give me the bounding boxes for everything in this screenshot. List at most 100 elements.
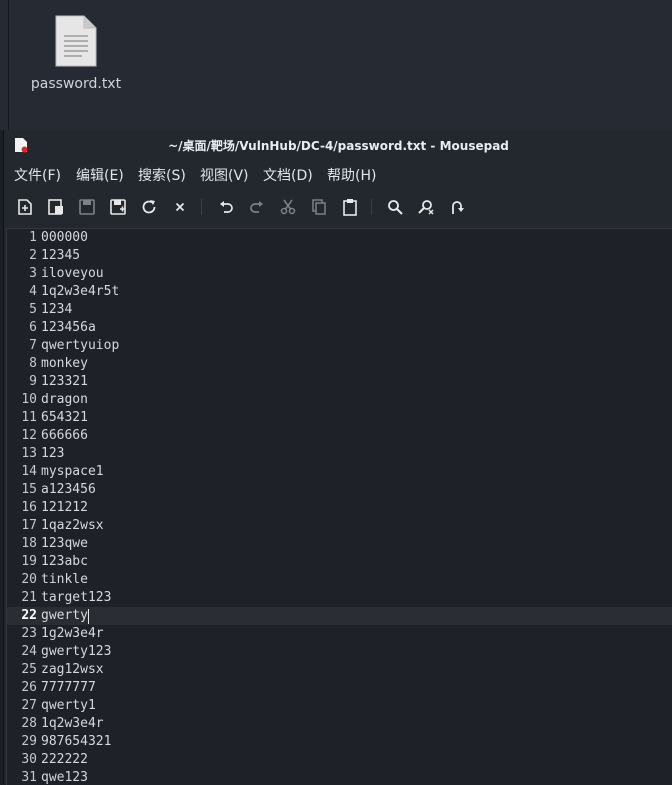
editor-line[interactable]: 13 123 — [7, 445, 672, 463]
line-text[interactable]: 123 — [41, 445, 64, 463]
editor-line[interactable]: 28 1q2w3e4r — [7, 715, 672, 733]
menu-search[interactable]: 搜索(S) — [138, 165, 186, 185]
copy-button[interactable] — [308, 196, 330, 218]
line-text[interactable]: myspace1 — [41, 463, 104, 481]
editor-line[interactable]: 26 7777777 — [7, 679, 672, 697]
menu-edit[interactable]: 编辑(E) — [76, 165, 124, 185]
line-number: 13 — [21, 446, 37, 461]
line-number: 25 — [21, 662, 37, 677]
undo-button[interactable] — [215, 196, 237, 218]
line-text[interactable]: 000000 — [41, 229, 88, 247]
editor-line[interactable]: 9 123321 — [7, 373, 672, 391]
line-number: 24 — [21, 644, 37, 659]
menu-view[interactable]: 视图(V) — [200, 165, 249, 185]
paste-button[interactable] — [339, 196, 361, 218]
line-text[interactable]: 123abc — [41, 553, 88, 571]
line-text[interactable]: iloveyou — [41, 265, 104, 283]
line-text[interactable]: qwerty1 — [41, 697, 96, 715]
line-text[interactable]: qwe123 — [41, 769, 88, 785]
line-text[interactable]: 1q2w3e4r5t — [41, 283, 119, 301]
editor-line[interactable]: 5 1234 — [7, 301, 672, 319]
editor-line[interactable]: 30 222222 — [7, 751, 672, 769]
line-number: 14 — [21, 464, 37, 479]
editor-line[interactable]: 17 1qaz2wsx — [7, 517, 672, 535]
editor-line[interactable]: 8 monkey — [7, 355, 672, 373]
line-number: 1 — [29, 230, 37, 245]
find-replace-button[interactable] — [415, 196, 437, 218]
line-text[interactable]: dragon — [41, 391, 88, 409]
line-text[interactable]: gwerty — [41, 607, 88, 625]
line-text[interactable]: 987654321 — [41, 733, 111, 751]
save-as-button[interactable] — [107, 196, 129, 218]
reload-button[interactable] — [138, 196, 160, 218]
line-number: 9 — [29, 374, 37, 389]
new-window-button[interactable] — [45, 196, 67, 218]
goto-line-button[interactable] — [446, 196, 468, 218]
editor-line[interactable]: 25 zag12wsx — [7, 661, 672, 679]
line-number: 10 — [21, 392, 37, 407]
line-text[interactable]: 123321 — [41, 373, 88, 391]
line-text[interactable]: 666666 — [41, 427, 88, 445]
line-number: 2 — [29, 248, 37, 263]
line-text[interactable]: 1qaz2wsx — [41, 517, 104, 535]
line-text[interactable]: 123456a — [41, 319, 96, 337]
editor-line[interactable]: 7 qwertyuiop — [7, 337, 672, 355]
redo-button[interactable] — [246, 196, 268, 218]
desktop-divider — [8, 0, 9, 130]
line-text[interactable]: 121212 — [41, 499, 88, 517]
editor-line[interactable]: 27 qwerty1 — [7, 697, 672, 715]
line-text[interactable]: 1q2w3e4r — [41, 715, 104, 733]
line-text[interactable]: tinkle — [41, 571, 88, 589]
close-document-button[interactable] — [169, 196, 191, 218]
editor-line[interactable]: 19 123abc — [7, 553, 672, 571]
new-document-button[interactable] — [14, 196, 36, 218]
editor-line[interactable]: 29 987654321 — [7, 733, 672, 751]
line-text[interactable]: 1234 — [41, 301, 72, 319]
editor-line[interactable]: 18 123qwe — [7, 535, 672, 553]
menu-help[interactable]: 帮助(H) — [327, 165, 376, 185]
line-text[interactable]: 222222 — [41, 751, 88, 769]
editor-line[interactable]: 20 tinkle — [7, 571, 672, 589]
line-text[interactable]: zag12wsx — [41, 661, 104, 679]
line-text[interactable]: 654321 — [41, 409, 88, 427]
editor-line[interactable]: 2 12345 — [7, 247, 672, 265]
editor-line[interactable]: 22 gwerty — [7, 607, 672, 625]
editor-line[interactable]: 6 123456a — [7, 319, 672, 337]
editor-line[interactable]: 15 a123456 — [7, 481, 672, 499]
redo-icon — [250, 201, 263, 213]
menu-file[interactable]: 文件(F) — [14, 165, 61, 185]
line-text[interactable]: qwertyuiop — [41, 337, 119, 355]
line-text[interactable]: monkey — [41, 355, 88, 373]
text-editor-area[interactable]: 1 000000 2 12345 3 iloveyou 4 1q2w3e4r5t 5 1234 6 1… — [6, 228, 672, 785]
editor-line[interactable]: 21 target123 — [7, 589, 672, 607]
editor-line[interactable]: 10 dragon — [7, 391, 672, 409]
find-button[interactable] — [384, 196, 406, 218]
line-number: 17 — [21, 518, 37, 533]
line-text[interactable]: a123456 — [41, 481, 96, 499]
editor-line[interactable]: 16 121212 — [7, 499, 672, 517]
line-number: 16 — [21, 500, 37, 515]
editor-line[interactable]: 24 gwerty123 — [7, 643, 672, 661]
editor-line[interactable]: 11 654321 — [7, 409, 672, 427]
editor-line[interactable]: 1 000000 — [7, 229, 672, 247]
line-text[interactable]: gwerty123 — [41, 643, 111, 661]
line-number: 26 — [21, 680, 37, 695]
editor-line[interactable]: 3 iloveyou — [7, 265, 672, 283]
line-text[interactable]: 7777777 — [41, 679, 96, 697]
line-text[interactable]: 123qwe — [41, 535, 88, 553]
cut-button[interactable] — [277, 196, 299, 218]
save-button[interactable] — [76, 196, 98, 218]
desktop-file-password[interactable]: password.txt — [26, 10, 126, 100]
editor-line[interactable]: 31 qwe123 — [7, 769, 672, 785]
editor-line[interactable]: 4 1q2w3e4r5t — [7, 283, 672, 301]
line-text[interactable]: 1g2w3e4r — [41, 625, 104, 643]
line-text[interactable]: 12345 — [41, 247, 80, 265]
editor-line[interactable]: 23 1g2w3e4r — [7, 625, 672, 643]
copy-icon — [312, 199, 326, 215]
menubar: 文件(F) 编辑(E) 搜索(S) 视图(V) 文档(D) 帮助(H) — [4, 160, 672, 190]
editor-line[interactable]: 14 myspace1 — [7, 463, 672, 481]
menu-document[interactable]: 文档(D) — [263, 165, 313, 185]
editor-line[interactable]: 12 666666 — [7, 427, 672, 445]
desktop: password.txt — [0, 0, 672, 130]
line-text[interactable]: target123 — [41, 589, 111, 607]
